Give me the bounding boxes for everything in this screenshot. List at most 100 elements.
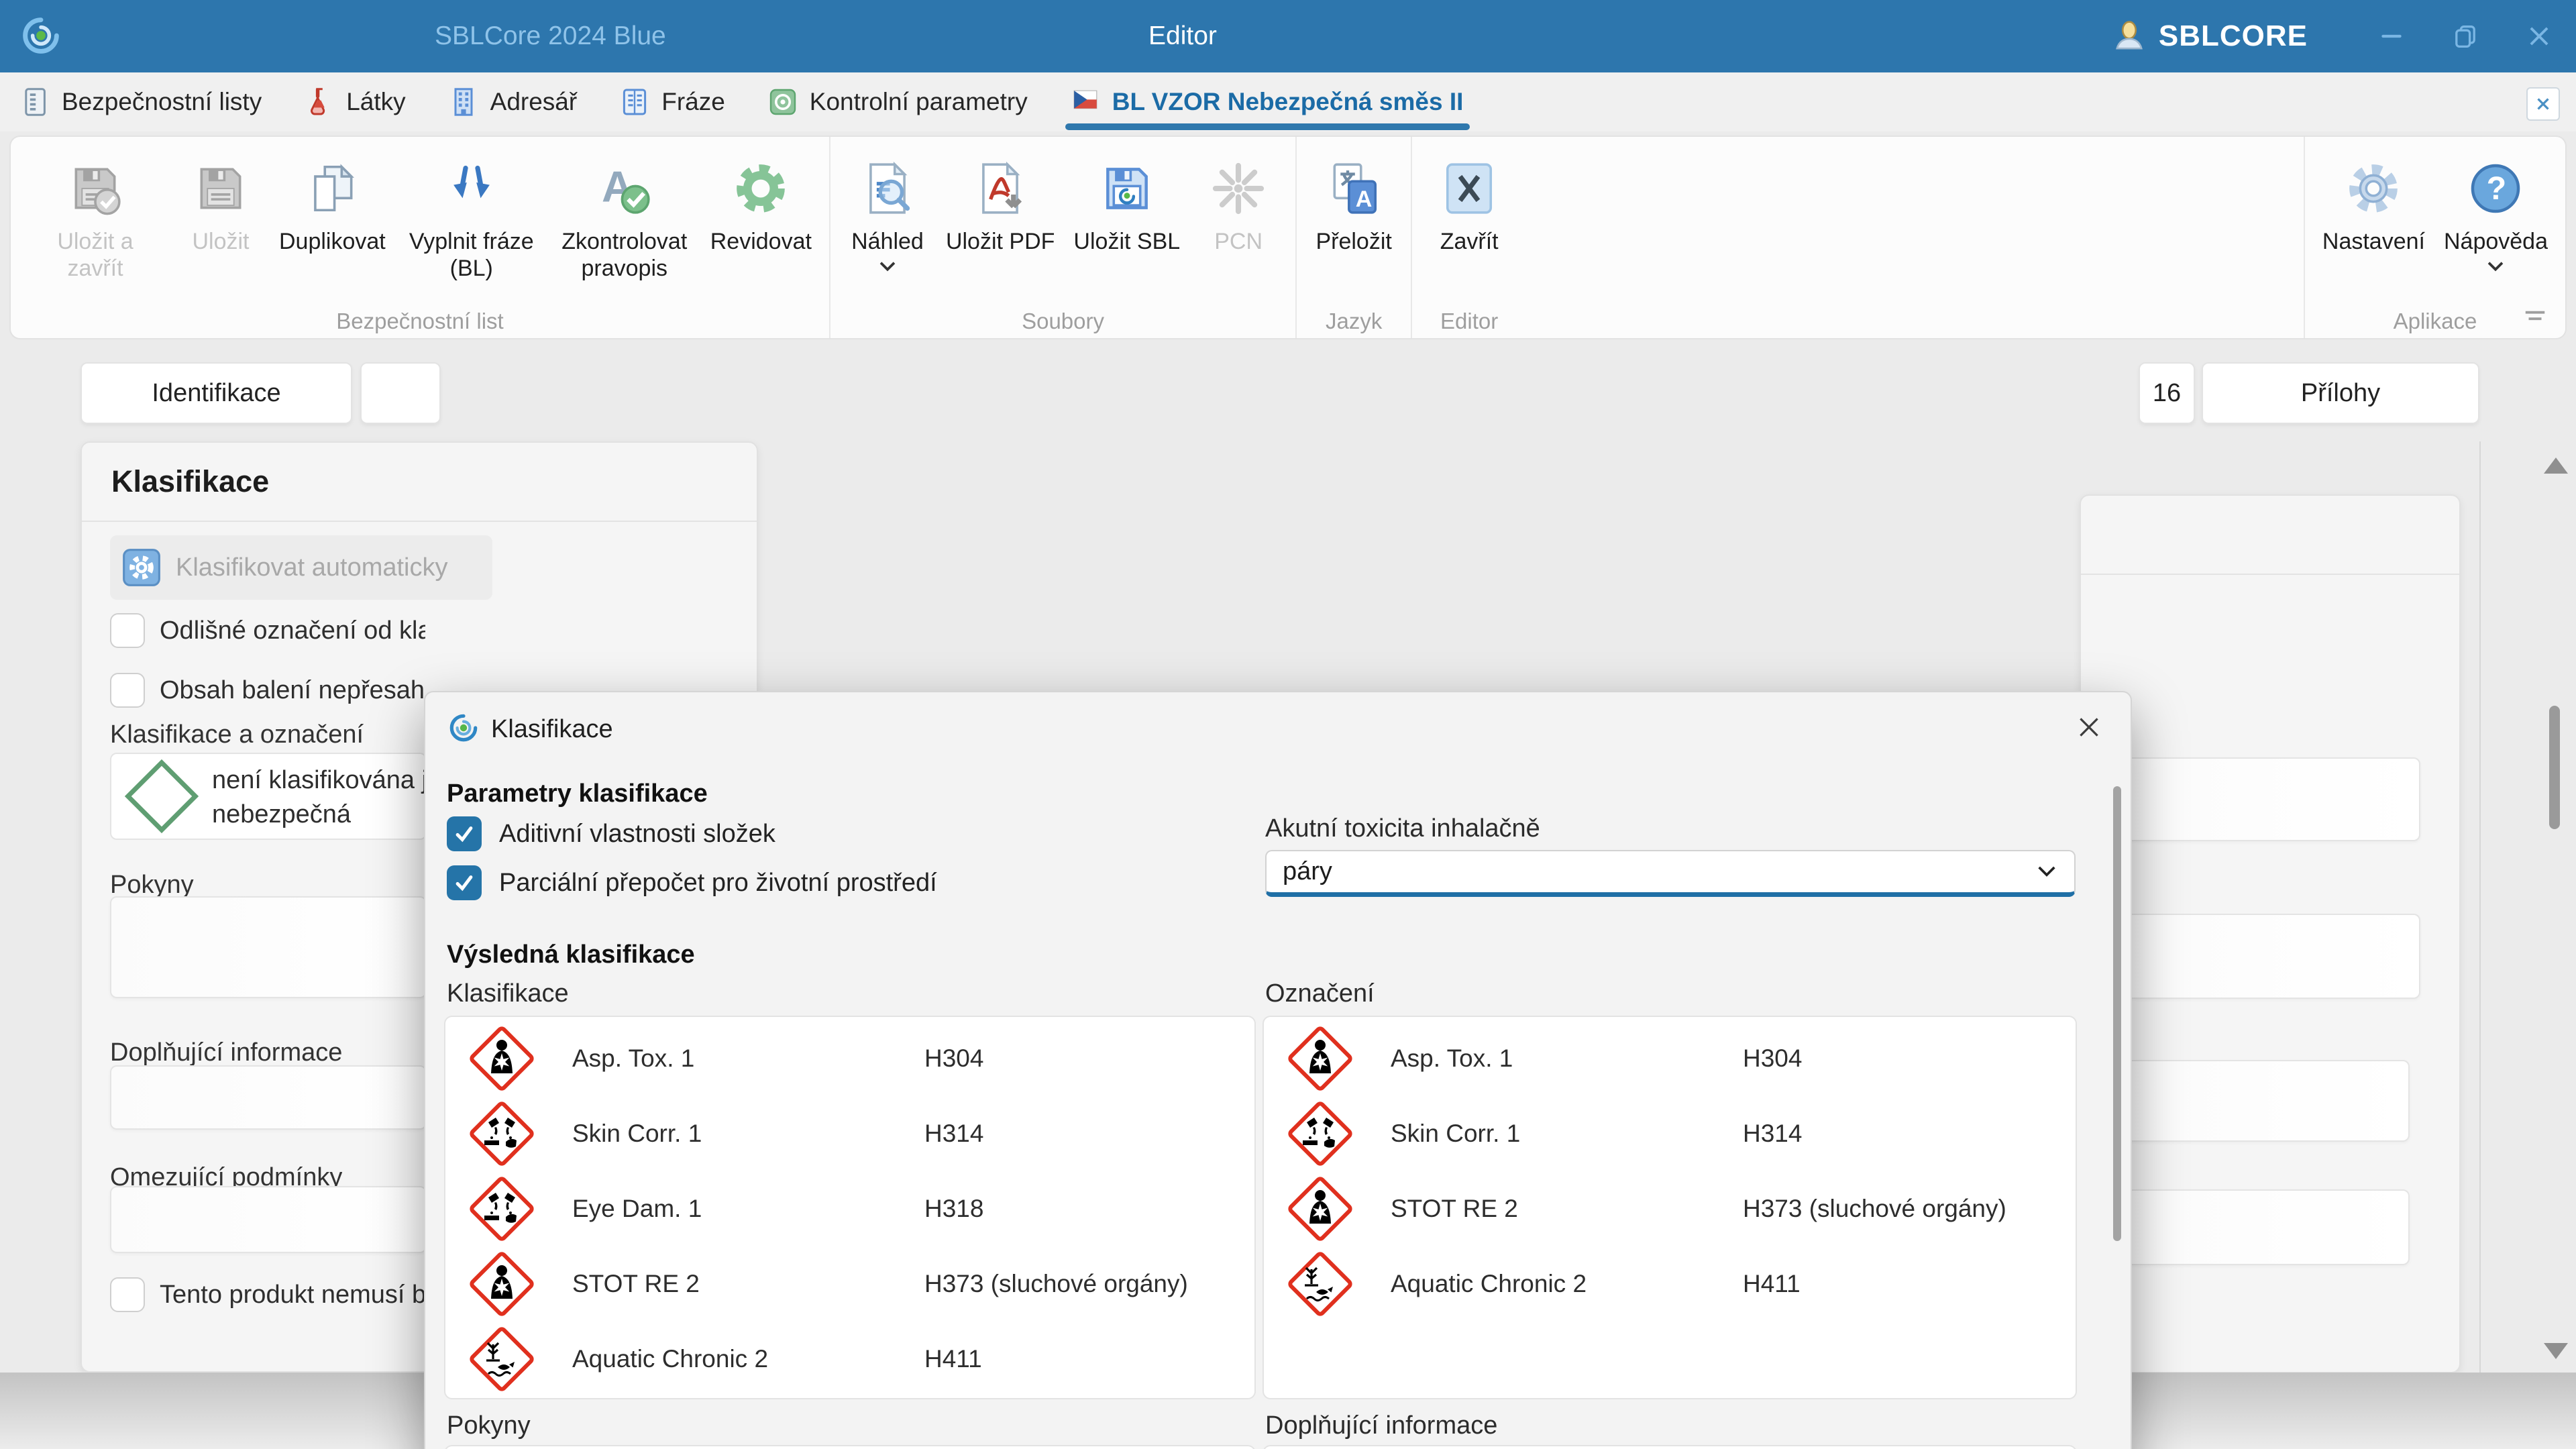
labelling-row[interactable]: STOT RE 2 H373 (sluchové orgány) [1264, 1171, 2076, 1246]
tab-phrases[interactable]: Fráze [619, 72, 725, 131]
close-window-button[interactable] [2502, 0, 2576, 72]
close-editor-button[interactable]: Zavřít [1420, 149, 1518, 259]
close-tab-button[interactable] [2526, 87, 2560, 121]
dialog-close-icon [2075, 713, 2103, 741]
section-tab-partial[interactable] [360, 362, 441, 424]
button-label: Zkontrolovat pravopis [557, 228, 692, 282]
duplicate-button[interactable]: Duplikovat [270, 149, 395, 259]
spellcheck-button[interactable]: A Zkontrolovat pravopis [548, 149, 701, 286]
ribbon-group-safety-sheet: Uložit a zavřít Uložit Duplikovat [11, 137, 829, 338]
ghs-pictogram [468, 1025, 535, 1092]
button-label: Uložit a zavřít [28, 228, 162, 282]
title-bar: SBLCore 2024 Blue Editor SBLCORE [0, 0, 2576, 72]
ribbon-group-label: Soubory [830, 309, 1295, 334]
bg-additional-info-field[interactable] [110, 1065, 427, 1130]
pokyny-label: Pokyny [447, 1411, 531, 1440]
ribbon-group-label: Jazyk [1297, 309, 1411, 334]
checkbox-additive[interactable]: Aditivní vlastnosti složek [447, 816, 775, 851]
pcn-button[interactable]: PCN [1189, 149, 1287, 259]
checkbox-product-no-sds[interactable]: Tento produkt nemusí bý [110, 1277, 425, 1312]
hazard-class-name: STOT RE 2 [1391, 1195, 1743, 1223]
bg-additional-info-label: Doplňující informace [110, 1038, 342, 1067]
section-card-header [2081, 496, 2459, 575]
checkbox-partial[interactable]: Parciální přepočet pro životní prostředí [447, 865, 937, 900]
save-pdf-button[interactable]: Uložit PDF [936, 149, 1064, 259]
dialog-close-button[interactable] [2074, 712, 2104, 742]
tab-label: Kontrolní parametry [810, 88, 1028, 116]
checkbox-label: Parciální přepočet pro životní prostředí [499, 869, 937, 898]
tab-safety-data-sheets[interactable]: Bezpečnostní listy [19, 72, 262, 131]
section-tab-label: 16 [2153, 379, 2181, 408]
checkbox-box [110, 1277, 145, 1312]
help-button[interactable]: ? Nápověda [2434, 149, 2557, 281]
ghs09-environment-icon [468, 1326, 535, 1393]
tab-control-parameters[interactable]: Kontrolní parametry [767, 72, 1028, 131]
button-label: Duplikovat [279, 228, 386, 255]
button-label: PCN [1214, 228, 1263, 255]
hazard-class-name: STOT RE 2 [572, 1270, 924, 1298]
scrollbar-thumb[interactable] [2549, 706, 2560, 829]
ghs08-health-hazard-icon [468, 1250, 535, 1318]
tab-label: Fráze [661, 88, 725, 116]
ribbon-collapse-button[interactable] [2522, 308, 2548, 329]
settings-gear-icon [2345, 160, 2402, 217]
section-tab-16[interactable]: 16 [2139, 362, 2195, 424]
tab-document-bl-vzor[interactable]: BL VZOR Nebezpečná směs II [1069, 72, 1464, 131]
editor-content: Identifikace 16 Přílohy Klasifikace Klas… [0, 339, 2576, 1373]
checkbox-box [447, 865, 482, 900]
translate-button[interactable]: A Přeložit [1305, 149, 1403, 259]
module-tab-bar: Bezpečnostní listy Látky Adresář [0, 72, 2576, 131]
maximize-button[interactable] [2428, 0, 2502, 72]
ghs05-corrosion-icon [1287, 1100, 1354, 1167]
control-target-icon [767, 86, 799, 118]
revise-button[interactable]: Revidovat [701, 149, 821, 259]
button-label: Přeložit [1316, 228, 1391, 255]
settings-button[interactable]: Nastavení [2313, 149, 2434, 259]
hazard-class-name: Aquatic Chronic 2 [1391, 1270, 1743, 1298]
save-sbl-button[interactable]: Uložit SBL [1064, 149, 1189, 259]
button-label: Zavřít [1440, 228, 1499, 255]
scrollbar-down-arrow[interactable] [2544, 1343, 2568, 1359]
inhalation-select[interactable]: páry [1265, 850, 2076, 897]
account-button[interactable]: SBLCORE [2112, 19, 2308, 54]
ribbon-collapse-icon [2522, 308, 2548, 325]
chevron-down-icon [877, 260, 898, 274]
ghs-pictogram [1287, 1175, 1354, 1242]
labelling-row[interactable]: Aquatic Chronic 2 H411 [1264, 1246, 2076, 1322]
preview-button[interactable]: Náhled [839, 149, 936, 281]
classification-row[interactable]: Asp. Tox. 1 H304 [445, 1021, 1254, 1096]
button-label: Vyplnit fráze (BL) [405, 228, 539, 282]
pdf-icon [971, 160, 1029, 217]
fill-phrases-button[interactable]: Vyplnit fráze (BL) [395, 149, 548, 286]
chevron-down-icon [2485, 260, 2506, 274]
labelling-row[interactable]: Asp. Tox. 1 H304 [1264, 1021, 2076, 1096]
save-and-close-button[interactable]: Uložit a zavřít [19, 149, 172, 286]
bg-pokyny-field[interactable] [110, 896, 427, 998]
save-button[interactable]: Uložit [172, 149, 270, 259]
dialog-logo-icon [447, 711, 480, 745]
ghs-pictogram [1287, 1250, 1354, 1318]
checkbox-package-content[interactable]: Obsah balení nepřesahuj [110, 673, 425, 708]
dialog-scrollbar-thumb[interactable] [2113, 786, 2121, 1241]
euh-code[interactable]: EUH208 [1264, 1446, 2076, 1449]
scrollbar-up-arrow[interactable] [2544, 458, 2568, 474]
tab-substances[interactable]: Látky [303, 72, 405, 131]
minimize-button[interactable] [2355, 0, 2428, 72]
tab-address-book[interactable]: Adresář [447, 72, 578, 131]
checkbox-different-labelling[interactable]: Odlišné označení od klas [110, 613, 425, 648]
section-tab-label: Přílohy [2301, 379, 2380, 408]
auto-classify-label: Klasifikovat automaticky [176, 553, 448, 582]
classification-row[interactable]: Eye Dam. 1 H318 [445, 1171, 1254, 1246]
labelling-row[interactable]: Skin Corr. 1 H314 [1264, 1096, 2076, 1171]
section-tab-attachments[interactable]: Přílohy [2202, 362, 2479, 424]
classification-row[interactable]: Aquatic Chronic 2 H411 [445, 1322, 1254, 1397]
app-title: SBLCore 2024 Blue [435, 0, 666, 72]
classification-row[interactable]: STOT RE 2 H373 (sluchové orgány) [445, 1246, 1254, 1322]
ghs05-corrosion-icon [468, 1100, 535, 1167]
section-tab-identification[interactable]: Identifikace [80, 362, 352, 424]
bg-limiting-conditions-field[interactable] [110, 1186, 427, 1253]
classification-row[interactable]: Skin Corr. 1 H314 [445, 1096, 1254, 1171]
not-classified-box: není klasifikována ja nebezpečná [110, 753, 427, 840]
auto-classify-button[interactable]: Klasifikovat automaticky [110, 535, 492, 600]
result-header: Výsledná klasifikace [447, 941, 695, 969]
